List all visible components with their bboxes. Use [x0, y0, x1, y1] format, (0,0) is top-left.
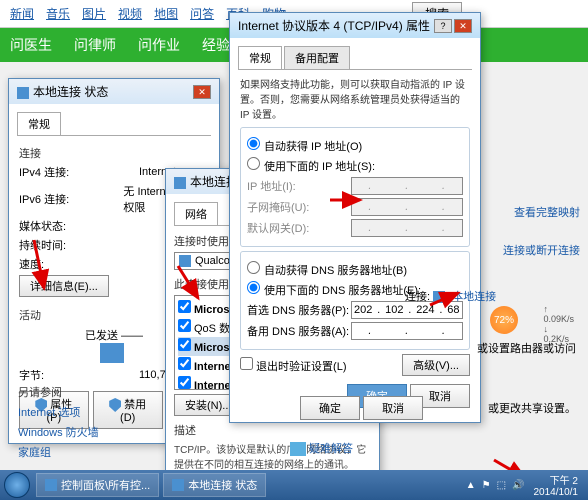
bg-ok-button[interactable]: 确定	[300, 396, 360, 420]
radio-manual-ip[interactable]	[247, 157, 260, 170]
tab-alt[interactable]: 备用配置	[284, 46, 350, 69]
validate-check[interactable]: 退出时验证设置(L)	[240, 357, 347, 374]
nav-map[interactable]: 地图	[154, 5, 178, 22]
media-label: 媒体状态:	[19, 218, 139, 234]
monitors-icon	[100, 343, 124, 363]
nav-qa[interactable]: 问答	[190, 5, 214, 22]
link-troubleshoot[interactable]: 疑难解答	[309, 443, 353, 455]
gateway-label: 默认网关(D):	[247, 220, 351, 236]
ipv6-label: IPv6 连接:	[19, 191, 123, 207]
link-homegroup[interactable]: 家庭组	[18, 444, 168, 460]
cat-exp[interactable]: 经验	[202, 35, 230, 55]
nav-video[interactable]: 视频	[118, 5, 142, 22]
window-title: 本地连接 状态	[17, 83, 108, 100]
window-title: Internet 协议版本 4 (TCP/IPv4) 属性	[238, 17, 430, 34]
nav-music[interactable]: 音乐	[46, 5, 70, 22]
bg-cancel-button[interactable]: 取消	[363, 396, 423, 420]
cat-homework[interactable]: 问作业	[138, 35, 180, 55]
nav-news[interactable]: 新闻	[10, 5, 34, 22]
radio-auto-ip[interactable]	[247, 137, 260, 150]
intro-text: 如果网络支持此功能，则可以获取自动指派的 IP 设置。否则，您需要从网络系统管理…	[240, 76, 470, 121]
cpl-icon	[45, 479, 57, 491]
start-button[interactable]	[4, 472, 30, 498]
desc-label: 描述	[174, 422, 371, 438]
seealso-header: 另请参阅	[18, 384, 168, 400]
close-icon[interactable]: ✕	[193, 85, 211, 99]
chk-ipv6[interactable]	[178, 357, 191, 370]
tab-network[interactable]: 网络	[174, 202, 218, 225]
dns1-label: 首选 DNS 服务器(P):	[247, 302, 351, 318]
troubleshoot-icon	[290, 442, 306, 456]
bytes-label: 字节:	[19, 367, 139, 383]
taskbar-local-status[interactable]: 本地连接 状态	[163, 473, 266, 497]
tab-general[interactable]: 常规	[17, 112, 61, 135]
tray-network-icon[interactable]: ⬚	[497, 480, 506, 491]
cat-doctor[interactable]: 问医生	[10, 35, 52, 55]
mask-label: 子网掩码(U):	[247, 199, 351, 215]
tab-general[interactable]: 常规	[238, 46, 282, 69]
tray-up-icon[interactable]: ▲	[466, 480, 476, 491]
dns2-field[interactable]: ...	[351, 322, 463, 340]
gateway-field: ...	[351, 219, 463, 237]
cpu-gadget[interactable]: 72%	[490, 306, 518, 334]
window-ipv4-props: Internet 协议版本 4 (TCP/IPv4) 属性 ?✕ 常规 备用配置…	[229, 12, 481, 423]
radio-auto-dns[interactable]	[247, 261, 260, 274]
advanced-button[interactable]: 高级(V)...	[402, 354, 470, 376]
system-tray[interactable]: ▲ ⚑ ⬚ 🔊 下午 2 2014/10/1	[463, 472, 584, 498]
chk-ipv4[interactable]	[178, 376, 191, 389]
taskbar: 控制面板\所有控... 本地连接 状态 ▲ ⚑ ⬚ 🔊 下午 2 2014/10…	[0, 470, 588, 500]
section-connection: 连接	[19, 145, 209, 161]
net-speed-gadget: ↑ 0.09K/s ↓ 0.2K/s	[543, 304, 574, 344]
text-share: 或更改共享设置。	[488, 400, 576, 416]
speed-label: 速度:	[19, 256, 139, 272]
network-icon	[17, 87, 29, 99]
mask-field: ...	[351, 198, 463, 216]
adapter-icon	[179, 255, 191, 267]
ip-field: ...	[351, 177, 463, 195]
duration-label: 持续时间:	[19, 237, 139, 253]
chk-msnet[interactable]	[178, 300, 191, 313]
tray-date: 2014/10/1	[534, 487, 579, 498]
network-icon	[172, 479, 184, 491]
nav-image[interactable]: 图片	[82, 5, 106, 22]
chk-qos[interactable]	[178, 319, 191, 332]
conn-label: 连接:	[405, 291, 430, 303]
tray-sound-icon[interactable]: 🔊	[512, 480, 524, 491]
details-button[interactable]: 详细信息(E)...	[19, 275, 109, 297]
radio-manual-dns[interactable]	[247, 281, 260, 294]
dns2-label: 备用 DNS 服务器(A):	[247, 323, 351, 339]
cat-lawyer[interactable]: 问律师	[74, 35, 116, 55]
link-connect[interactable]: 连接或断开连接	[480, 242, 580, 258]
link-inet-options[interactable]: Internet 选项	[18, 404, 168, 420]
ip-label: IP 地址(I):	[247, 178, 351, 194]
tray-time: 下午 2	[550, 476, 578, 487]
help-icon[interactable]: ?	[434, 19, 452, 33]
close-icon[interactable]: ✕	[454, 19, 472, 33]
taskbar-control-panel[interactable]: 控制面板\所有控...	[36, 473, 159, 497]
ipv4-label: IPv4 连接:	[19, 164, 139, 180]
link-local-conn[interactable]: 本地连接	[452, 291, 496, 303]
link-full-map[interactable]: 查看完整映射	[480, 204, 580, 220]
network-icon	[174, 177, 186, 189]
link-firewall[interactable]: Windows 防火墙	[18, 424, 168, 440]
chk-fileshare[interactable]	[178, 338, 191, 351]
network-icon	[433, 291, 445, 303]
tray-flag-icon[interactable]: ⚑	[482, 480, 491, 491]
